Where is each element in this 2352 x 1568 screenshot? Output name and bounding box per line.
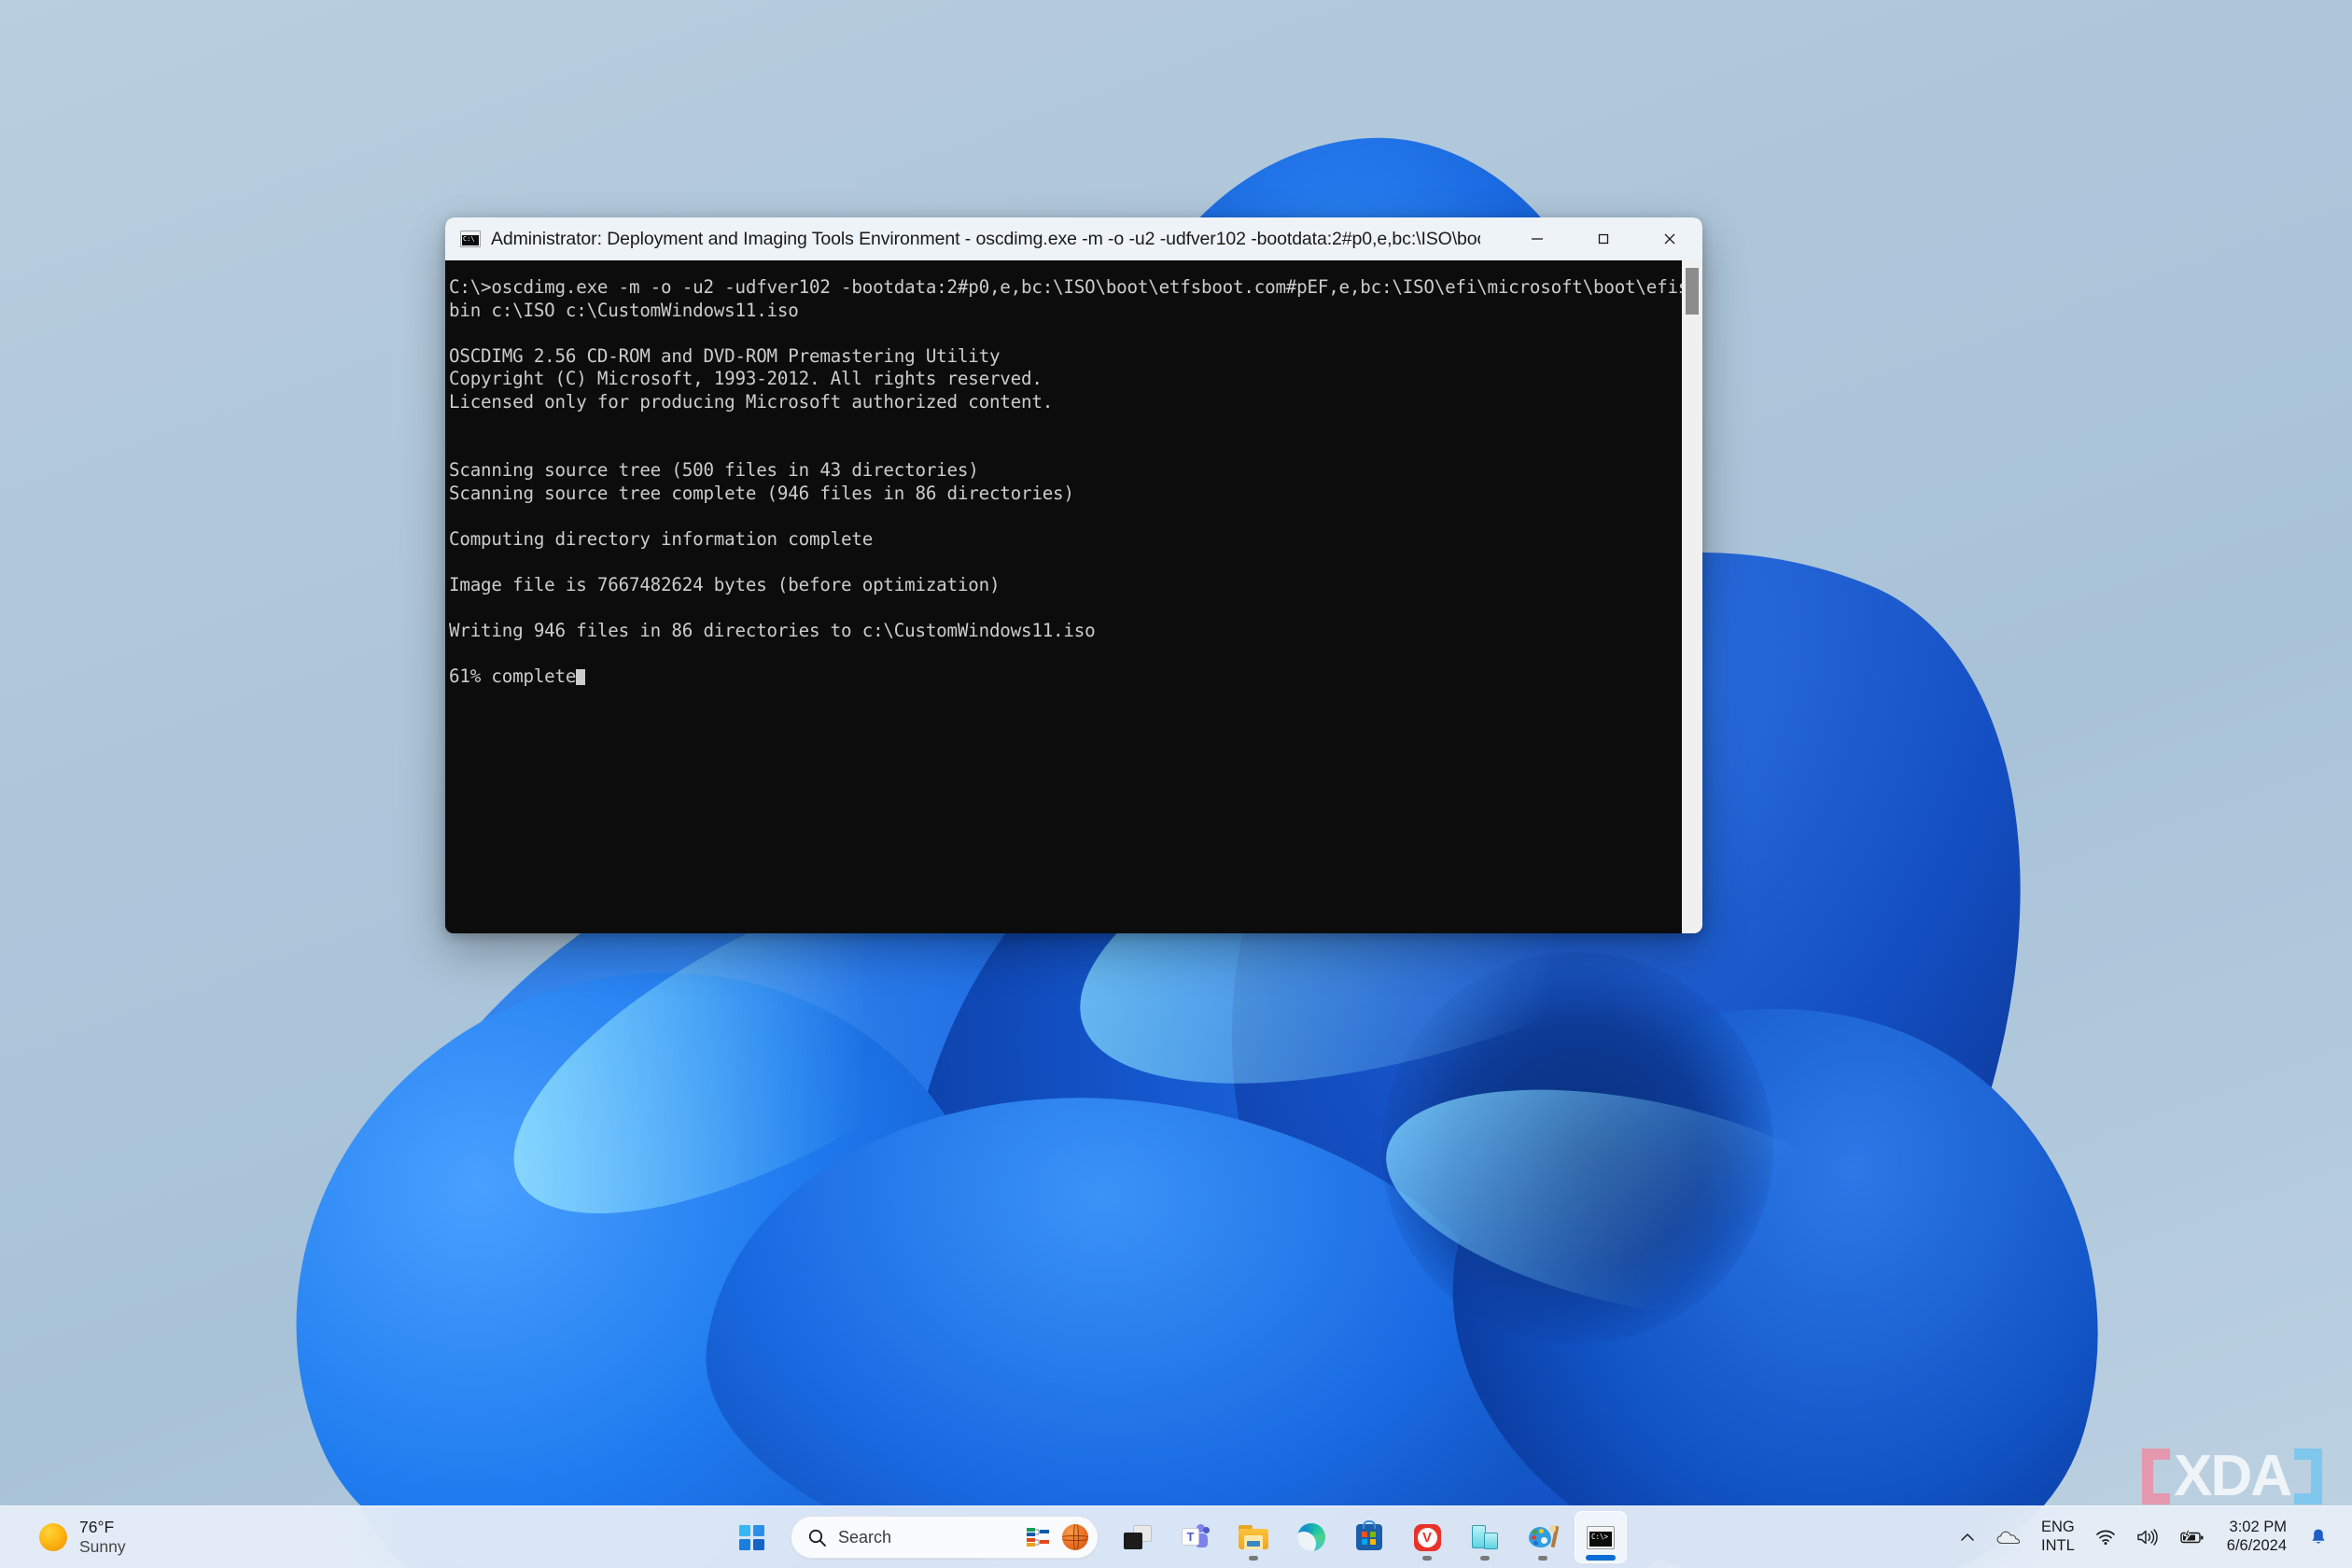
battery-charging-icon: [2180, 1529, 2204, 1544]
network-button[interactable]: [2088, 1522, 2123, 1552]
scrollbar-thumb[interactable]: [1686, 268, 1699, 315]
running-indicator: [1422, 1556, 1432, 1561]
sun-icon: [39, 1523, 67, 1551]
taskbar-item-vivaldi[interactable]: V: [1401, 1511, 1453, 1563]
basketball-icon: [1062, 1524, 1088, 1550]
taskbar-item-microsoft-store[interactable]: [1343, 1511, 1395, 1563]
console-line: C:\>oscdimg.exe -m -o -u2 -udfver102 -bo…: [449, 276, 1682, 298]
console-line: 61% complete: [449, 665, 577, 687]
taskbar-item-server-manager[interactable]: [1459, 1511, 1511, 1563]
cloud-icon: [1996, 1531, 2021, 1545]
console-line: Copyright (C) Microsoft, 1993-2012. All …: [449, 368, 1043, 389]
bracket-tournament-icon: [1027, 1528, 1049, 1547]
system-tray: ENG INTL 3:02 PM 6/6/2024: [1952, 1506, 2335, 1568]
taskbar-item-microsoft-edge[interactable]: [1285, 1511, 1337, 1563]
onedrive-button[interactable]: [1989, 1522, 2028, 1552]
active-indicator: [1586, 1555, 1616, 1561]
running-indicator: [1480, 1556, 1490, 1561]
volume-button[interactable]: [2129, 1522, 2166, 1552]
console-line: bin c:\ISO c:\CustomWindows11.iso: [449, 299, 799, 321]
task-view-icon: [1124, 1525, 1152, 1549]
command-prompt-window[interactable]: Administrator: Deployment and Imaging To…: [445, 217, 1702, 933]
window-title: Administrator: Deployment and Imaging To…: [491, 228, 1480, 249]
console-line: OSCDIMG 2.56 CD-ROM and DVD-ROM Premaste…: [449, 344, 1001, 367]
taskbar[interactable]: 76°F Sunny Search T V C:\> ENG INTL 3:02…: [0, 1505, 2352, 1568]
console-line: Computing directory information complete: [449, 527, 874, 550]
search-icon: [808, 1529, 826, 1547]
search-input[interactable]: Search: [791, 1516, 1099, 1559]
window-controls: [1504, 217, 1702, 260]
maximize-button[interactable]: [1570, 217, 1636, 260]
language-line-2: INTL: [2041, 1537, 2075, 1554]
weather-temperature: 76°F: [79, 1517, 115, 1536]
speaker-icon: [2137, 1529, 2158, 1546]
server-icon: [1471, 1524, 1499, 1550]
console-line: Licensed only for producing Microsoft au…: [449, 390, 1054, 413]
console-scrollbar[interactable]: [1682, 260, 1702, 933]
weather-condition: Sunny: [79, 1537, 126, 1556]
vivaldi-icon: V: [1413, 1523, 1441, 1551]
windows-logo-icon: [738, 1524, 764, 1550]
taskbar-item-task-view[interactable]: [1112, 1511, 1164, 1563]
tray-overflow-button[interactable]: [1952, 1524, 1983, 1550]
console-icon: [460, 231, 481, 247]
close-button[interactable]: [1636, 217, 1702, 260]
running-indicator: [1249, 1556, 1258, 1561]
clock-time: 3:02 PM: [2229, 1519, 2287, 1536]
console-line: Image file is 7667482624 bytes (before o…: [449, 573, 1001, 595]
console-cursor: [576, 668, 586, 685]
taskbar-item-command-prompt[interactable]: [1575, 1511, 1627, 1563]
console-line: Scanning source tree (500 files in 43 di…: [449, 459, 979, 481]
chevron-up-icon: [1961, 1533, 1974, 1541]
teams-icon: T: [1182, 1524, 1210, 1550]
language-indicator[interactable]: ENG INTL: [2034, 1512, 2082, 1562]
weather-widget[interactable]: 76°F Sunny: [30, 1513, 135, 1562]
battery-button[interactable]: [2172, 1522, 2212, 1552]
store-icon: [1356, 1520, 1382, 1550]
command-prompt-icon: [1587, 1525, 1615, 1549]
language-line-1: ENG: [2041, 1519, 2075, 1536]
console-output[interactable]: C:\>oscdimg.exe -m -o -u2 -udfver102 -bo…: [445, 260, 1682, 933]
taskbar-item-paint[interactable]: [1517, 1511, 1569, 1563]
taskbar-item-file-explorer[interactable]: [1227, 1511, 1280, 1563]
window-title-bar[interactable]: Administrator: Deployment and Imaging To…: [445, 217, 1702, 260]
notification-button[interactable]: [2302, 1521, 2335, 1553]
console-body[interactable]: C:\>oscdimg.exe -m -o -u2 -udfver102 -bo…: [445, 260, 1702, 933]
minimize-button[interactable]: [1504, 217, 1570, 260]
clock-date: 6/6/2024: [2226, 1537, 2287, 1554]
running-indicator: [1538, 1556, 1547, 1561]
paint-palette-icon: [1529, 1524, 1560, 1550]
folder-icon: [1239, 1525, 1268, 1549]
start-button[interactable]: [725, 1511, 777, 1563]
bell-icon: [2312, 1529, 2325, 1544]
clock-button[interactable]: 3:02 PM 6/6/2024: [2218, 1512, 2296, 1562]
console-line: Writing 946 files in 86 directories to c…: [449, 619, 1096, 641]
edge-icon: [1297, 1523, 1325, 1551]
taskbar-center-cluster: Search T V C:\>: [725, 1506, 1627, 1568]
console-line: Scanning source tree complete (946 files…: [449, 482, 1074, 504]
wifi-icon: [2095, 1530, 2115, 1546]
weather-text: 76°F Sunny: [79, 1518, 126, 1558]
search-placeholder: Search: [838, 1527, 892, 1547]
taskbar-item-microsoft-teams[interactable]: T: [1169, 1511, 1222, 1563]
